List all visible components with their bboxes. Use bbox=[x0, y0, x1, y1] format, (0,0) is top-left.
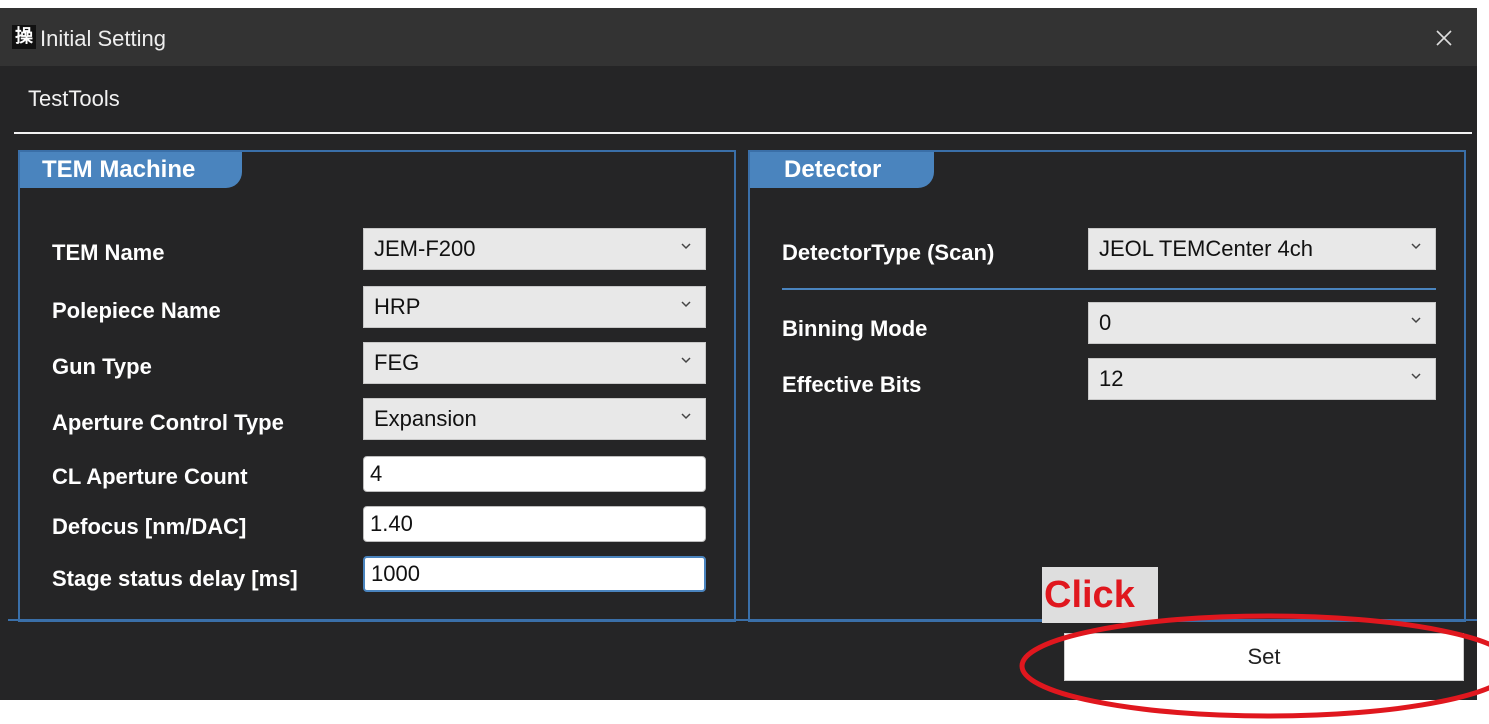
detector-type-value: JEOL TEMCenter 4ch bbox=[1099, 236, 1313, 261]
cl-aperture-count-input[interactable] bbox=[363, 456, 706, 492]
detector-type-select[interactable]: JEOL TEMCenter 4ch bbox=[1088, 228, 1436, 270]
title-bar[interactable]: 操 Initial Setting bbox=[0, 8, 1477, 66]
effective-bits-value: 12 bbox=[1099, 366, 1124, 391]
menu-item-testtools[interactable]: TestTools bbox=[28, 86, 120, 112]
tem-name-value: JEM-F200 bbox=[374, 236, 476, 261]
stage-status-delay-input[interactable] bbox=[363, 556, 706, 592]
chevron-down-icon bbox=[1411, 243, 1421, 250]
gun-type-select[interactable]: FEG bbox=[363, 342, 706, 384]
menu-bar: TestTools bbox=[14, 68, 1472, 134]
chevron-down-icon bbox=[681, 413, 691, 420]
app-icon: 操 bbox=[12, 25, 36, 49]
binning-mode-value: 0 bbox=[1099, 310, 1112, 335]
close-icon bbox=[1436, 30, 1452, 46]
aperture-control-type-value: Expansion bbox=[374, 406, 477, 431]
effective-bits-select[interactable]: 12 bbox=[1088, 358, 1436, 400]
chevron-down-icon bbox=[681, 243, 691, 250]
detector-separator bbox=[782, 288, 1436, 290]
binning-mode-label: Binning Mode bbox=[782, 316, 928, 341]
gun-type-label: Gun Type bbox=[52, 354, 152, 379]
defocus-label: Defocus [nm/DAC] bbox=[52, 514, 247, 539]
polepiece-name-label: Polepiece Name bbox=[52, 298, 221, 323]
polepiece-name-select[interactable]: HRP bbox=[363, 286, 706, 328]
close-button[interactable] bbox=[1426, 20, 1462, 56]
window-title: Initial Setting bbox=[40, 26, 166, 51]
effective-bits-label: Effective Bits bbox=[782, 372, 922, 397]
tem-name-select[interactable]: JEM-F200 bbox=[363, 228, 706, 270]
detector-group: Detector DetectorType (Scan) JEOL TEMCen… bbox=[748, 150, 1466, 622]
aperture-control-type-label: Aperture Control Type bbox=[52, 410, 284, 435]
tem-machine-group: TEM Machine TEM Name JEM-F200 Polepiece … bbox=[18, 150, 736, 622]
stage-status-delay-label: Stage status delay [ms] bbox=[52, 566, 298, 591]
initial-setting-window: 操 Initial Setting TestTools TEM Machine … bbox=[0, 8, 1477, 700]
polepiece-name-value: HRP bbox=[374, 294, 421, 319]
chevron-down-icon bbox=[1411, 317, 1421, 324]
tem-name-label: TEM Name bbox=[52, 240, 165, 265]
chevron-down-icon bbox=[1411, 373, 1421, 380]
defocus-input[interactable] bbox=[363, 506, 706, 542]
chevron-down-icon bbox=[681, 301, 691, 308]
cl-aperture-count-label: CL Aperture Count bbox=[52, 464, 248, 489]
detector-header: Detector bbox=[750, 152, 934, 188]
annotation-click-label: Click bbox=[1044, 574, 1135, 616]
annotation-ellipse bbox=[1019, 613, 1489, 719]
gun-type-value: FEG bbox=[374, 350, 420, 375]
binning-mode-select[interactable]: 0 bbox=[1088, 302, 1436, 344]
aperture-control-type-select[interactable]: Expansion bbox=[363, 398, 706, 440]
chevron-down-icon bbox=[681, 357, 691, 364]
tem-machine-header: TEM Machine bbox=[20, 152, 242, 188]
detector-type-label: DetectorType (Scan) bbox=[782, 240, 995, 265]
